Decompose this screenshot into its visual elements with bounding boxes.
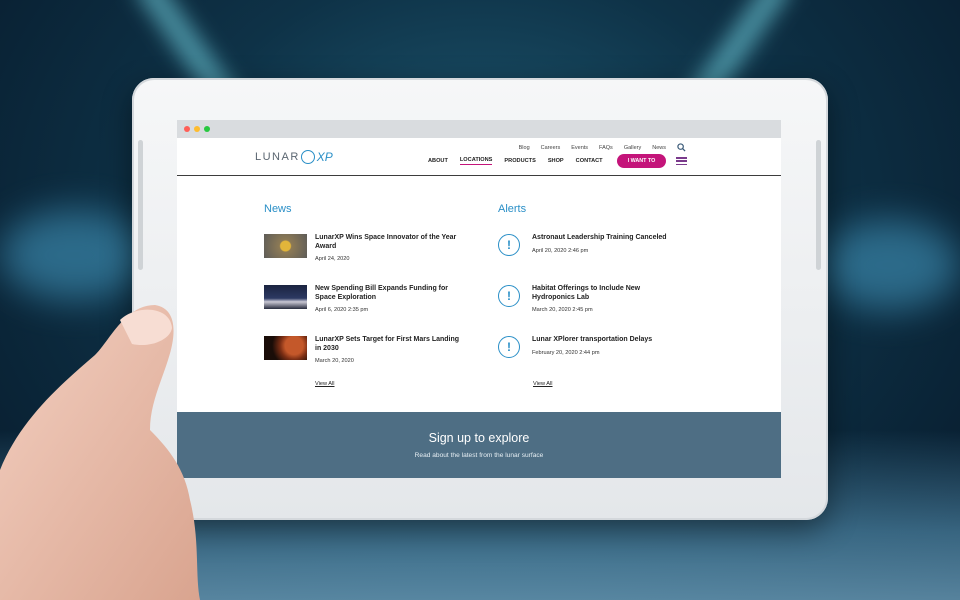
alert-item[interactable]: ! Lunar XPlorer transportation Delays Fe… — [498, 336, 682, 358]
news-thumbnail-capitol — [264, 285, 307, 309]
alert-item-date: April 20, 2020 2:46 pm — [532, 247, 589, 254]
util-link-blog[interactable]: Blog — [519, 145, 530, 151]
news-item-title[interactable]: LunarXP Wins Space Innovator of the Year… — [315, 234, 465, 251]
alerts-heading: Alerts — [498, 203, 527, 215]
news-item-date: April 24, 2020 — [315, 256, 350, 262]
util-link-careers[interactable]: Careers — [541, 145, 561, 151]
util-link-events[interactable]: Events — [571, 145, 588, 151]
util-link-gallery[interactable]: Gallery — [624, 145, 641, 151]
nav-products[interactable]: PRODUCTS — [504, 158, 535, 164]
tablet-side-button — [816, 140, 821, 270]
alert-exclamation-icon: ! — [498, 336, 520, 358]
utility-nav: Blog Careers Events FAQs Gallery News — [519, 143, 686, 152]
maximize-window-dot[interactable] — [204, 126, 210, 132]
news-item[interactable]: LunarXP Sets Target for First Mars Landi… — [264, 336, 465, 364]
alert-item[interactable]: ! Astronaut Leadership Training Canceled… — [498, 234, 682, 256]
news-thumbnail-award — [264, 234, 307, 258]
news-item-title[interactable]: LunarXP Sets Target for First Mars Landi… — [315, 336, 465, 353]
lunarxp-logo[interactable]: LUNAR XP — [255, 148, 333, 166]
nav-contact[interactable]: CONTACT — [576, 158, 603, 164]
alerts-view-all-link[interactable]: View All — [533, 381, 553, 387]
signup-banner: Sign up to explore Read about the latest… — [177, 412, 781, 478]
logo-orbit-icon — [300, 150, 315, 164]
tablet-side-button — [138, 140, 143, 270]
hand-image — [0, 305, 200, 600]
site-header: LUNAR XP Blog Careers Events FAQs Galler… — [177, 138, 781, 176]
menu-icon[interactable] — [676, 157, 687, 165]
minimize-window-dot[interactable] — [194, 126, 200, 132]
logo-text: LUNAR — [255, 151, 300, 163]
news-view-all-link[interactable]: View All — [315, 381, 335, 387]
alert-item-title[interactable]: Astronaut Leadership Training Canceled — [532, 234, 682, 243]
nav-shop[interactable]: SHOP — [548, 158, 564, 164]
background-glow — [820, 220, 960, 310]
util-link-news[interactable]: News — [652, 145, 666, 151]
main-nav: ABOUT LOCATIONS PRODUCTS SHOP CONTACT — [428, 157, 603, 165]
news-item[interactable]: New Spending Bill Expands Funding for Sp… — [264, 285, 465, 313]
news-item[interactable]: LunarXP Wins Space Innovator of the Year… — [264, 234, 465, 262]
alert-item-title[interactable]: Lunar XPlorer transportation Delays — [532, 336, 682, 345]
nav-about[interactable]: ABOUT — [428, 158, 448, 164]
news-item-title[interactable]: New Spending Bill Expands Funding for Sp… — [315, 285, 465, 302]
util-link-faqs[interactable]: FAQs — [599, 145, 613, 151]
logo-xp-mark: XP — [316, 150, 333, 164]
news-item-date: March 20, 2020 — [315, 358, 354, 364]
search-icon[interactable] — [677, 143, 686, 152]
alert-item-title[interactable]: Habitat Offerings to Include New Hydropo… — [532, 285, 682, 302]
browser-title-bar — [177, 120, 781, 138]
alert-exclamation-icon: ! — [498, 285, 520, 307]
close-window-dot[interactable] — [184, 126, 190, 132]
news-thumbnail-mars — [264, 336, 307, 360]
background-glow — [0, 210, 150, 300]
alert-item-date: February 20, 2020 2:44 pm — [532, 349, 600, 356]
alert-item[interactable]: ! Habitat Offerings to Include New Hydro… — [498, 285, 682, 313]
alert-item-date: March 20, 2020 2:45 pm — [532, 307, 593, 313]
i-want-to-button[interactable]: I WANT TO — [617, 154, 666, 168]
signup-title: Sign up to explore — [428, 431, 530, 445]
tablet-screen: LUNAR XP Blog Careers Events FAQs Galler… — [177, 120, 781, 478]
news-item-date: April 6, 2020 2:35 pm — [315, 307, 369, 313]
news-heading: News — [264, 203, 292, 215]
nav-locations[interactable]: LOCATIONS — [459, 157, 493, 165]
signup-subtitle: Read about the latest from the lunar sur… — [414, 452, 544, 459]
alert-exclamation-icon: ! — [498, 234, 520, 256]
